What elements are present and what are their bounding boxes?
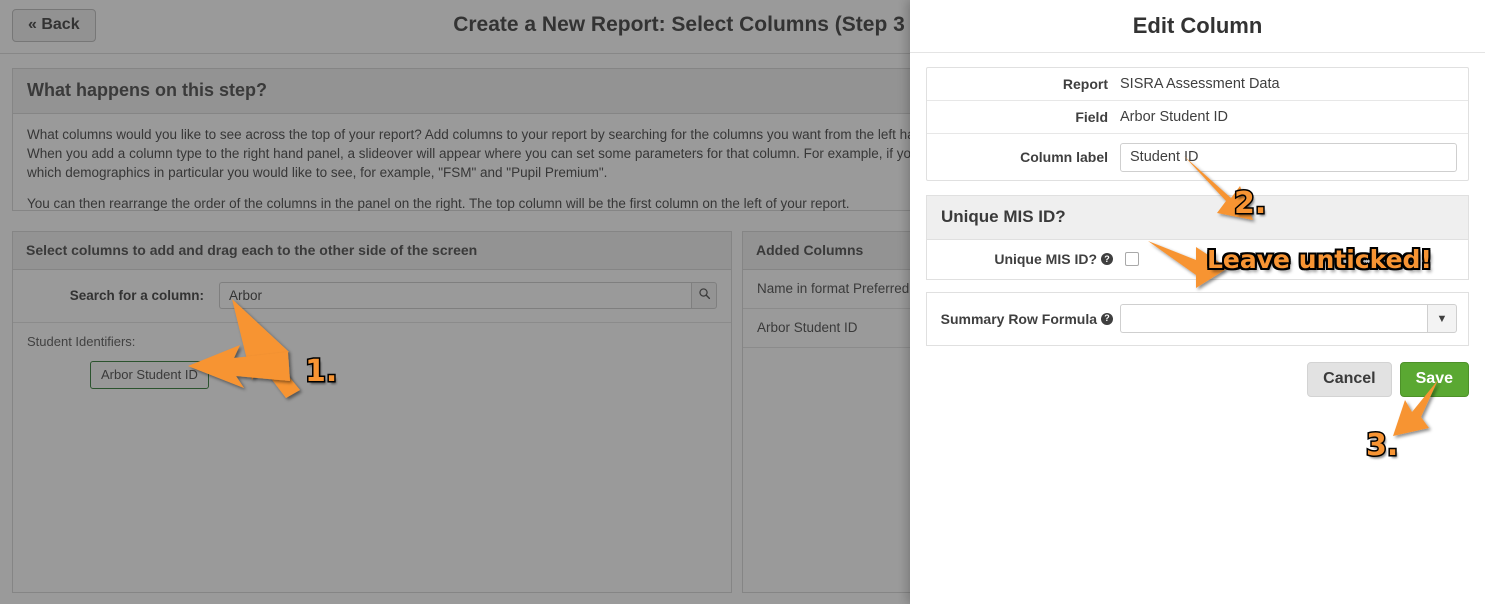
column-details-table: Report SISRA Assessment Data Field Arbor…	[926, 67, 1469, 181]
search-label: Search for a column:	[27, 288, 219, 303]
search-button[interactable]	[691, 282, 717, 309]
unique-mis-id-checkbox[interactable]	[1125, 252, 1139, 266]
column-label-input[interactable]	[1120, 143, 1457, 172]
table-row-column-label: Column label	[927, 134, 1468, 180]
summary-row-formula-label-text: Summary Row Formula	[941, 311, 1097, 327]
column-tag-arbor-student-id[interactable]: Arbor Student ID	[90, 361, 209, 389]
help-circle-icon[interactable]: ?	[1101, 313, 1113, 325]
unique-mis-id-section-heading: Unique MIS ID?	[926, 195, 1469, 240]
summary-row-formula-value	[1120, 304, 1427, 333]
summary-row-formula-label: Summary Row Formula ?	[927, 311, 1120, 327]
unique-mis-id-section-body: Unique MIS ID? ?	[926, 240, 1469, 280]
summary-row-formula-select[interactable]: ▼	[1120, 304, 1457, 333]
field-value: Arbor Student ID	[1120, 101, 1228, 133]
chevron-down-icon[interactable]: ▼	[1427, 304, 1457, 333]
edit-column-modal: Edit Column Report SISRA Assessment Data…	[910, 0, 1485, 604]
field-label: Field	[927, 101, 1120, 133]
available-columns-heading: Select columns to add and drag each to t…	[13, 232, 731, 270]
unique-mis-id-label: Unique MIS ID? ?	[927, 251, 1120, 267]
cancel-button[interactable]: Cancel	[1307, 362, 1391, 397]
save-button[interactable]: Save	[1400, 362, 1469, 397]
search-input[interactable]	[219, 282, 691, 309]
summary-row-formula-box: Summary Row Formula ? ▼	[926, 292, 1469, 346]
modal-title: Edit Column	[910, 0, 1485, 53]
column-label-label: Column label	[927, 141, 1120, 173]
table-row-field: Field Arbor Student ID	[927, 101, 1468, 134]
search-row: Search for a column:	[13, 270, 731, 323]
modal-actions: Cancel Save	[926, 362, 1469, 397]
search-box	[219, 282, 717, 309]
help-circle-icon[interactable]: ?	[1101, 253, 1113, 265]
result-group-label: Student Identifiers:	[27, 334, 717, 349]
report-value: SISRA Assessment Data	[1120, 68, 1280, 100]
table-row-report: Report SISRA Assessment Data	[927, 68, 1468, 101]
report-label: Report	[927, 68, 1120, 100]
unique-mis-id-label-text: Unique MIS ID?	[994, 251, 1097, 267]
available-columns-panel: Select columns to add and drag each to t…	[12, 231, 732, 593]
search-icon	[698, 287, 711, 305]
search-results: Student Identifiers: Arbor Student ID	[13, 323, 731, 401]
